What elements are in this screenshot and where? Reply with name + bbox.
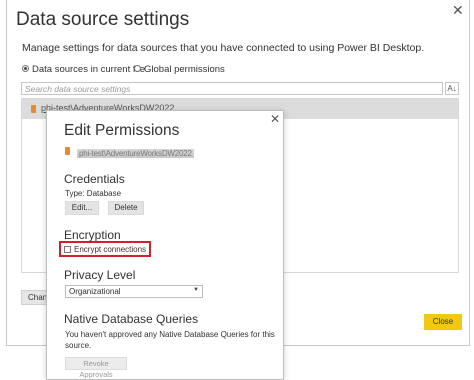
database-icon <box>31 105 36 113</box>
credentials-heading: Credentials <box>64 172 125 186</box>
change-source-button[interactable]: Change Source... <box>21 290 49 305</box>
close-icon[interactable]: ✕ <box>452 2 464 19</box>
dialog-title: Data source settings <box>16 9 190 30</box>
privacy-level-value: Organizational <box>69 287 121 296</box>
dialog-description: Manage settings for data sources that yo… <box>22 42 425 54</box>
chevron-down-icon: ▼ <box>193 287 199 293</box>
native-queries-heading: Native Database Queries <box>64 312 199 326</box>
close-button[interactable]: Close <box>424 314 462 330</box>
radio-current-file[interactable] <box>22 65 29 72</box>
native-queries-text: You haven't approved any Native Database… <box>65 330 275 339</box>
search-placeholder: Search data source settings <box>25 84 131 94</box>
data-source-name: phi-test\AdventureWorksDW2022 <box>77 149 194 158</box>
privacy-level-heading: Privacy Level <box>64 268 136 282</box>
edit-permissions-title: Edit Permissions <box>64 122 180 139</box>
radio-global-label[interactable]: Global permissions <box>144 64 225 75</box>
database-icon <box>65 147 70 155</box>
encrypt-connections-label[interactable]: Encrypt connections <box>74 245 146 254</box>
revoke-approvals-button: Revoke Approvals <box>65 357 127 379</box>
encryption-heading: Encryption <box>64 228 121 242</box>
edit-credentials-button[interactable]: Edit... <box>65 201 99 215</box>
encrypt-connections-checkbox[interactable] <box>64 246 71 253</box>
delete-credentials-button[interactable]: Delete <box>108 201 144 215</box>
credential-type: Type: Database <box>65 189 122 198</box>
sort-button[interactable]: A↓ <box>445 82 459 95</box>
close-icon[interactable]: ✕ <box>270 112 280 126</box>
radio-global-permissions[interactable] <box>134 65 141 72</box>
radio-current-file-label[interactable]: Data sources in current file <box>32 64 145 75</box>
native-queries-text-2: source. <box>65 341 92 350</box>
